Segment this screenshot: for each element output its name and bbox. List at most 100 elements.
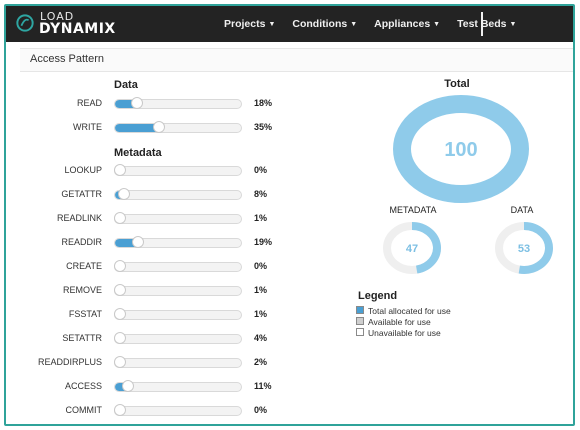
row-percent: 11% xyxy=(254,381,272,391)
metadata_section-row-readdir: READDIR 19% xyxy=(6,233,286,253)
row-percent: 2% xyxy=(254,357,268,367)
data_section-row-write: WRITE 35% xyxy=(6,118,286,138)
chevron-down-icon: ▼ xyxy=(350,21,358,28)
row-label: REMOVE xyxy=(62,285,102,295)
slider-handle[interactable] xyxy=(114,356,126,368)
nav-separator xyxy=(481,12,483,36)
main-nav: Projects ▼ Conditions ▼ Appliances ▼ Test B… xyxy=(224,6,533,42)
row-label: GETATTR xyxy=(61,189,102,199)
nav-test-beds[interactable]: Test Beds ▼ xyxy=(457,18,516,30)
total-title: Total xyxy=(444,78,470,90)
metadata_section-row-commit: COMMIT 0% xyxy=(6,401,286,421)
slider-handle[interactable] xyxy=(114,404,126,416)
slider-track[interactable] xyxy=(114,334,242,344)
slider-handle[interactable] xyxy=(114,332,126,344)
metadata-donut-value: 47 xyxy=(406,243,418,255)
row-percent: 1% xyxy=(254,213,268,223)
row-percent: 8% xyxy=(254,189,268,199)
slider-handle[interactable] xyxy=(131,97,144,109)
data_section-row-read: READ 18% xyxy=(6,94,286,114)
top-navigation-bar: LOAD DYNAMIX Projects ▼ Conditions ▼ Appli… xyxy=(6,6,573,42)
legend-item-unavailable: Unavailable for use xyxy=(356,328,441,338)
legend-item-allocated: Total allocated for use xyxy=(356,306,451,316)
slider-handle[interactable] xyxy=(152,121,165,133)
chevron-down-icon: ▼ xyxy=(268,21,276,28)
logo-icon xyxy=(16,14,34,32)
total-donut-value: 100 xyxy=(444,139,477,161)
metadata_section-row-remove: REMOVE 1% xyxy=(6,281,286,301)
data-donut-value: 53 xyxy=(518,243,530,255)
slider-handle[interactable] xyxy=(114,164,126,176)
page-header: Access Pattern xyxy=(20,48,573,72)
data-section-title: Data xyxy=(114,79,138,91)
slider-handle[interactable] xyxy=(114,260,126,272)
row-label: READ xyxy=(76,98,102,108)
legend-swatch-icon xyxy=(356,317,364,325)
row-percent: 0% xyxy=(254,165,268,175)
slider-track[interactable] xyxy=(114,190,242,200)
app-frame: LOAD DYNAMIX Projects ▼ Conditions ▼ Appli… xyxy=(4,4,575,426)
slider-handle[interactable] xyxy=(114,308,126,320)
slider-track[interactable] xyxy=(114,214,242,224)
metadata_section-row-readlink: READLINK 1% xyxy=(6,209,286,229)
row-percent: 18% xyxy=(254,98,273,108)
row-percent: 4% xyxy=(254,333,268,343)
row-label: FSSTAT xyxy=(68,309,102,319)
metadata_section-row-access: ACCESS 11% xyxy=(6,377,286,397)
legend-swatch-icon xyxy=(356,306,364,314)
row-percent: 1% xyxy=(254,309,268,319)
row-label: WRITE xyxy=(73,122,102,132)
legend-item-available: Available for use xyxy=(356,317,431,327)
metadata_section-row-readdirplus: READDIRPLUS 2% xyxy=(6,353,286,373)
load-dynamix-logo[interactable]: LOAD DYNAMIX xyxy=(12,9,116,39)
row-label: COMMIT xyxy=(65,405,103,415)
row-label: ACCESS xyxy=(64,381,102,391)
nav-projects[interactable]: Projects ▼ xyxy=(224,18,275,30)
legend-swatch-icon xyxy=(356,328,364,336)
row-percent: 1% xyxy=(254,285,268,295)
row-label: READLINK xyxy=(56,213,102,223)
chevron-down-icon: ▼ xyxy=(509,21,517,28)
row-label: CREATE xyxy=(66,261,102,271)
slider-handle[interactable] xyxy=(122,380,135,392)
page-title: Access Pattern xyxy=(30,53,104,65)
metadata-donut-title: METADATA xyxy=(389,205,437,215)
row-percent: 35% xyxy=(254,122,273,132)
slider-track[interactable] xyxy=(114,123,242,133)
row-percent: 19% xyxy=(254,237,273,247)
slider-track[interactable] xyxy=(114,262,242,272)
metadata-section-title: Metadata xyxy=(114,147,162,159)
total-donut: 100 xyxy=(393,95,529,203)
slider-track[interactable] xyxy=(114,310,242,320)
logo-text-dynamix: DYNAMIX xyxy=(39,21,116,37)
nav-conditions[interactable]: Conditions ▼ xyxy=(292,18,357,30)
legend-label: Total allocated for use xyxy=(368,306,451,316)
legend-title: Legend xyxy=(358,290,398,302)
data-donut-title: DATA xyxy=(510,205,534,215)
row-label: READDIR xyxy=(61,237,102,247)
metadata_section-row-lookup: LOOKUP 0% xyxy=(6,161,286,181)
metadata_section-row-setattr: SETATTR 4% xyxy=(6,329,286,349)
chevron-down-icon: ▼ xyxy=(433,21,441,28)
nav-appliances[interactable]: Appliances ▼ xyxy=(374,18,440,30)
nav-projects-label: Projects xyxy=(224,18,266,30)
row-label: SETATTR xyxy=(62,333,102,343)
slider-handle[interactable] xyxy=(114,284,126,296)
metadata-donut: 47 xyxy=(383,222,441,274)
nav-appliances-label: Appliances xyxy=(374,18,431,30)
slider-track[interactable] xyxy=(114,286,242,296)
row-percent: 0% xyxy=(254,261,268,271)
row-label: READDIRPLUS xyxy=(37,357,102,367)
row-percent: 0% xyxy=(254,405,268,415)
metadata_section-row-fsstat: FSSTAT 1% xyxy=(6,305,286,325)
data-donut: 53 xyxy=(495,222,553,274)
slider-handle[interactable] xyxy=(114,212,126,224)
nav-conditions-label: Conditions xyxy=(292,18,348,30)
metadata_section-row-create: CREATE 0% xyxy=(6,257,286,277)
legend-label: Available for use xyxy=(368,317,431,327)
metadata_section-row-getattr: GETATTR 8% xyxy=(6,185,286,205)
slider-track[interactable] xyxy=(114,358,242,368)
slider-track[interactable] xyxy=(114,166,242,176)
row-label: LOOKUP xyxy=(64,165,102,175)
slider-track[interactable] xyxy=(114,406,242,416)
